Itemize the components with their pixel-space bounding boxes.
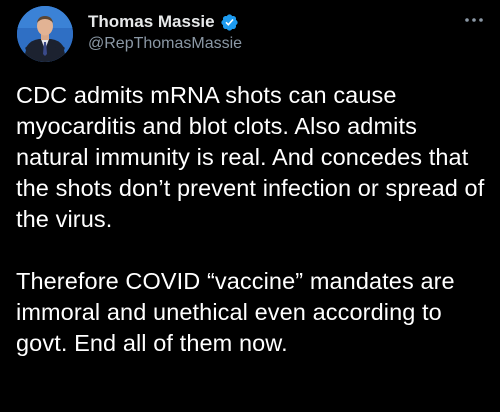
verified-badge-icon xyxy=(220,13,239,32)
avatar-image xyxy=(17,6,73,62)
tweet-text: CDC admits mRNA shots can cause myocardi… xyxy=(16,80,486,359)
more-options-button[interactable] xyxy=(462,8,486,32)
author-handle[interactable]: @RepThomasMassie xyxy=(88,35,242,53)
author-display-name[interactable]: Thomas Massie xyxy=(88,12,215,32)
avatar[interactable] xyxy=(17,6,73,62)
tweet-paragraph: Therefore COVID “vaccine” mandates are i… xyxy=(16,268,455,356)
tweet-card: Thomas Massie @RepThomasMassie CDC admit… xyxy=(0,0,500,412)
more-horizontal-icon xyxy=(465,18,483,22)
author-name-row: Thomas Massie xyxy=(88,10,239,34)
tweet-paragraph: CDC admits mRNA shots can cause myocardi… xyxy=(16,82,485,232)
